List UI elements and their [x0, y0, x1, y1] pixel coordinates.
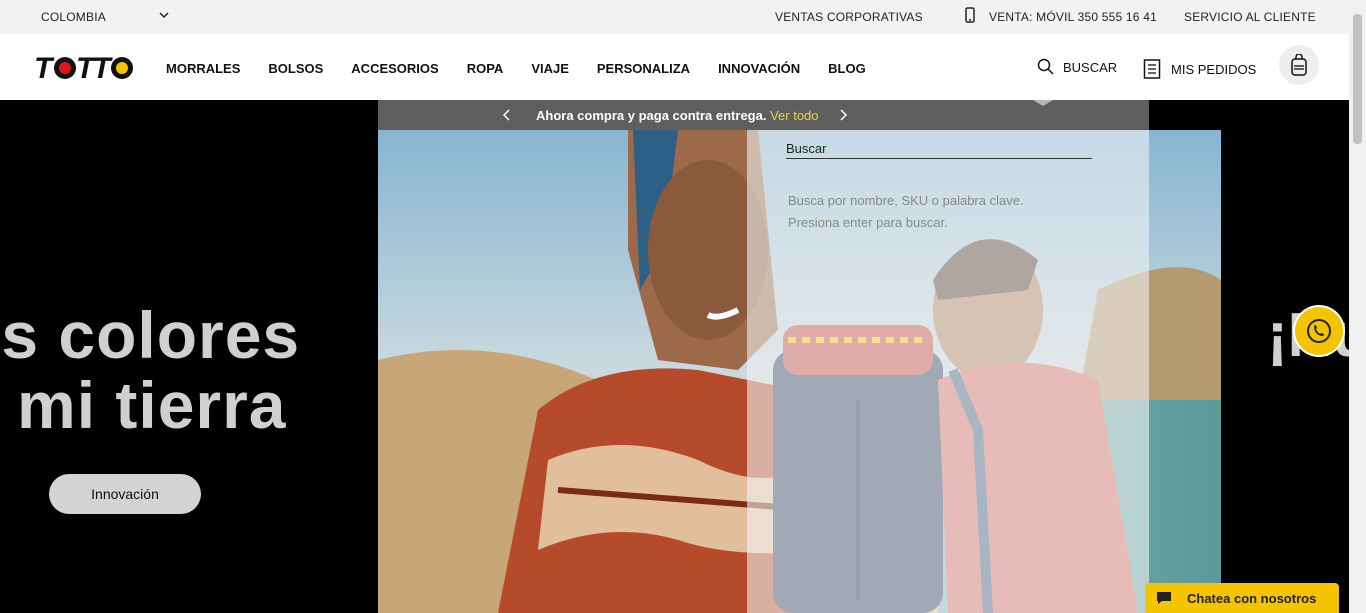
chat-bubble-icon [1157, 592, 1171, 604]
scrollbar-thumb[interactable] [1353, 14, 1362, 144]
nav-item-personaliza[interactable]: PERSONALIZA [597, 61, 690, 76]
promo-link[interactable]: Ver todo [770, 108, 818, 123]
my-orders-label: MIS PEDIDOS [1171, 61, 1257, 77]
backpack-icon [1291, 54, 1307, 76]
search-hint-line: Busca por nombre, SKU o palabra clave. [788, 193, 1024, 208]
nav-item-bolsos[interactable]: BOLSOS [268, 61, 323, 76]
search-panel: Busca por nombre, SKU o palabra clave. P… [747, 130, 1149, 613]
chat-widget[interactable]: Chatea con nosotros [1145, 583, 1339, 613]
page-scrollbar[interactable] [1349, 0, 1366, 613]
nav-item-innovacion[interactable]: INNOVACIÓN [718, 61, 800, 76]
nav-item-accesorios[interactable]: ACCESORIOS [351, 61, 438, 76]
search-hint-line: Presiona enter para buscar. [788, 215, 948, 230]
sales-phone-link[interactable]: VENTA: MÓVIL 350 555 16 41 [989, 10, 1157, 24]
nav-item-blog[interactable]: BLOG [828, 61, 866, 76]
top-utility-bar: COLOMBIA VENTAS CORPORATIVAS VENTA: MÓVI… [0, 0, 1349, 34]
hero-title: os colores e mi tierra [0, 298, 301, 442]
main-header: T TT MORRALES BOLSOS ACCESORIOS ROPA VIA… [0, 34, 1349, 100]
promo-text: Ahora compra y paga contra entrega. [536, 108, 767, 123]
corporate-sales-link[interactable]: VENTAS CORPORATIVAS [775, 10, 923, 24]
chevron-right-icon[interactable] [838, 108, 848, 122]
chat-label: Chatea con nosotros [1187, 590, 1317, 606]
svg-text:TT: TT [76, 52, 113, 84]
main-nav: MORRALES BOLSOS ACCESORIOS ROPA VIAJE PE… [166, 61, 894, 76]
search-hint: Busca por nombre, SKU o palabra clave. P… [788, 190, 1024, 234]
mobile-phone-icon [965, 7, 975, 23]
phone-icon [1307, 319, 1331, 343]
search-icon [1037, 58, 1054, 75]
hero-cta-button[interactable]: Innovación [49, 474, 201, 514]
call-button[interactable] [1295, 307, 1343, 355]
country-selector[interactable]: COLOMBIA [41, 10, 106, 24]
chevron-down-icon[interactable] [158, 9, 170, 21]
promo-message: Ahora compra y paga contra entrega. Ver … [536, 108, 819, 123]
my-orders-button[interactable]: MIS PEDIDOS [1143, 59, 1256, 79]
nav-item-morrales[interactable]: MORRALES [166, 61, 240, 76]
orders-list-icon [1143, 59, 1161, 79]
nav-item-viaje[interactable]: VIAJE [531, 61, 569, 76]
search-button-label: BUSCAR [1063, 59, 1118, 75]
search-dropdown-caret [1033, 100, 1053, 106]
cart-button[interactable] [1279, 45, 1319, 85]
svg-text:T: T [34, 52, 55, 84]
customer-service-link[interactable]: SERVICIO AL CLIENTE [1184, 10, 1316, 24]
totto-logo[interactable]: T TT [34, 50, 136, 84]
search-input[interactable] [786, 138, 1092, 159]
search-button[interactable]: BUSCAR [1037, 58, 1117, 76]
nav-item-ropa[interactable]: ROPA [467, 61, 504, 76]
chevron-left-icon[interactable] [502, 108, 512, 122]
